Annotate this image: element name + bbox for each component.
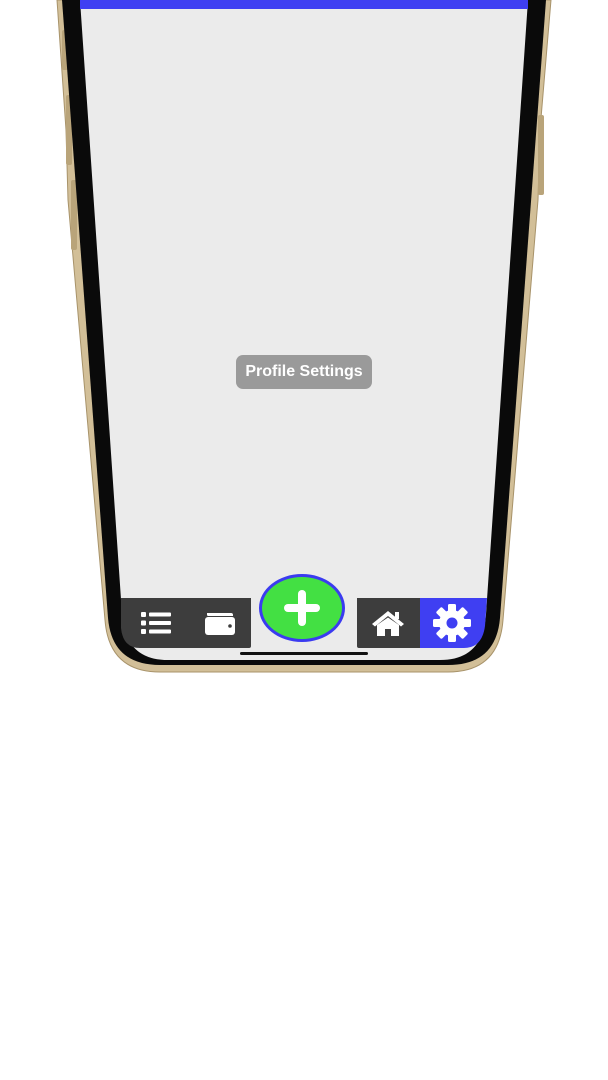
plus-icon [284, 590, 320, 626]
phone-frame [56, 0, 552, 673]
list-icon [141, 612, 171, 634]
header-bar [80, 0, 528, 9]
page-title: Profile Settings [236, 355, 372, 389]
tab-home[interactable] [362, 600, 414, 646]
tab-list[interactable] [131, 600, 181, 646]
add-button[interactable] [259, 574, 345, 642]
wallet-icon [205, 613, 235, 635]
screen-background [80, 0, 528, 660]
gear-icon [433, 604, 471, 642]
tab-wallet[interactable] [195, 600, 245, 646]
phone-mockup: Profile Settings [0, 0, 608, 1080]
home-icon [372, 611, 404, 636]
home-indicator [240, 652, 368, 655]
tab-settings[interactable] [423, 600, 481, 646]
